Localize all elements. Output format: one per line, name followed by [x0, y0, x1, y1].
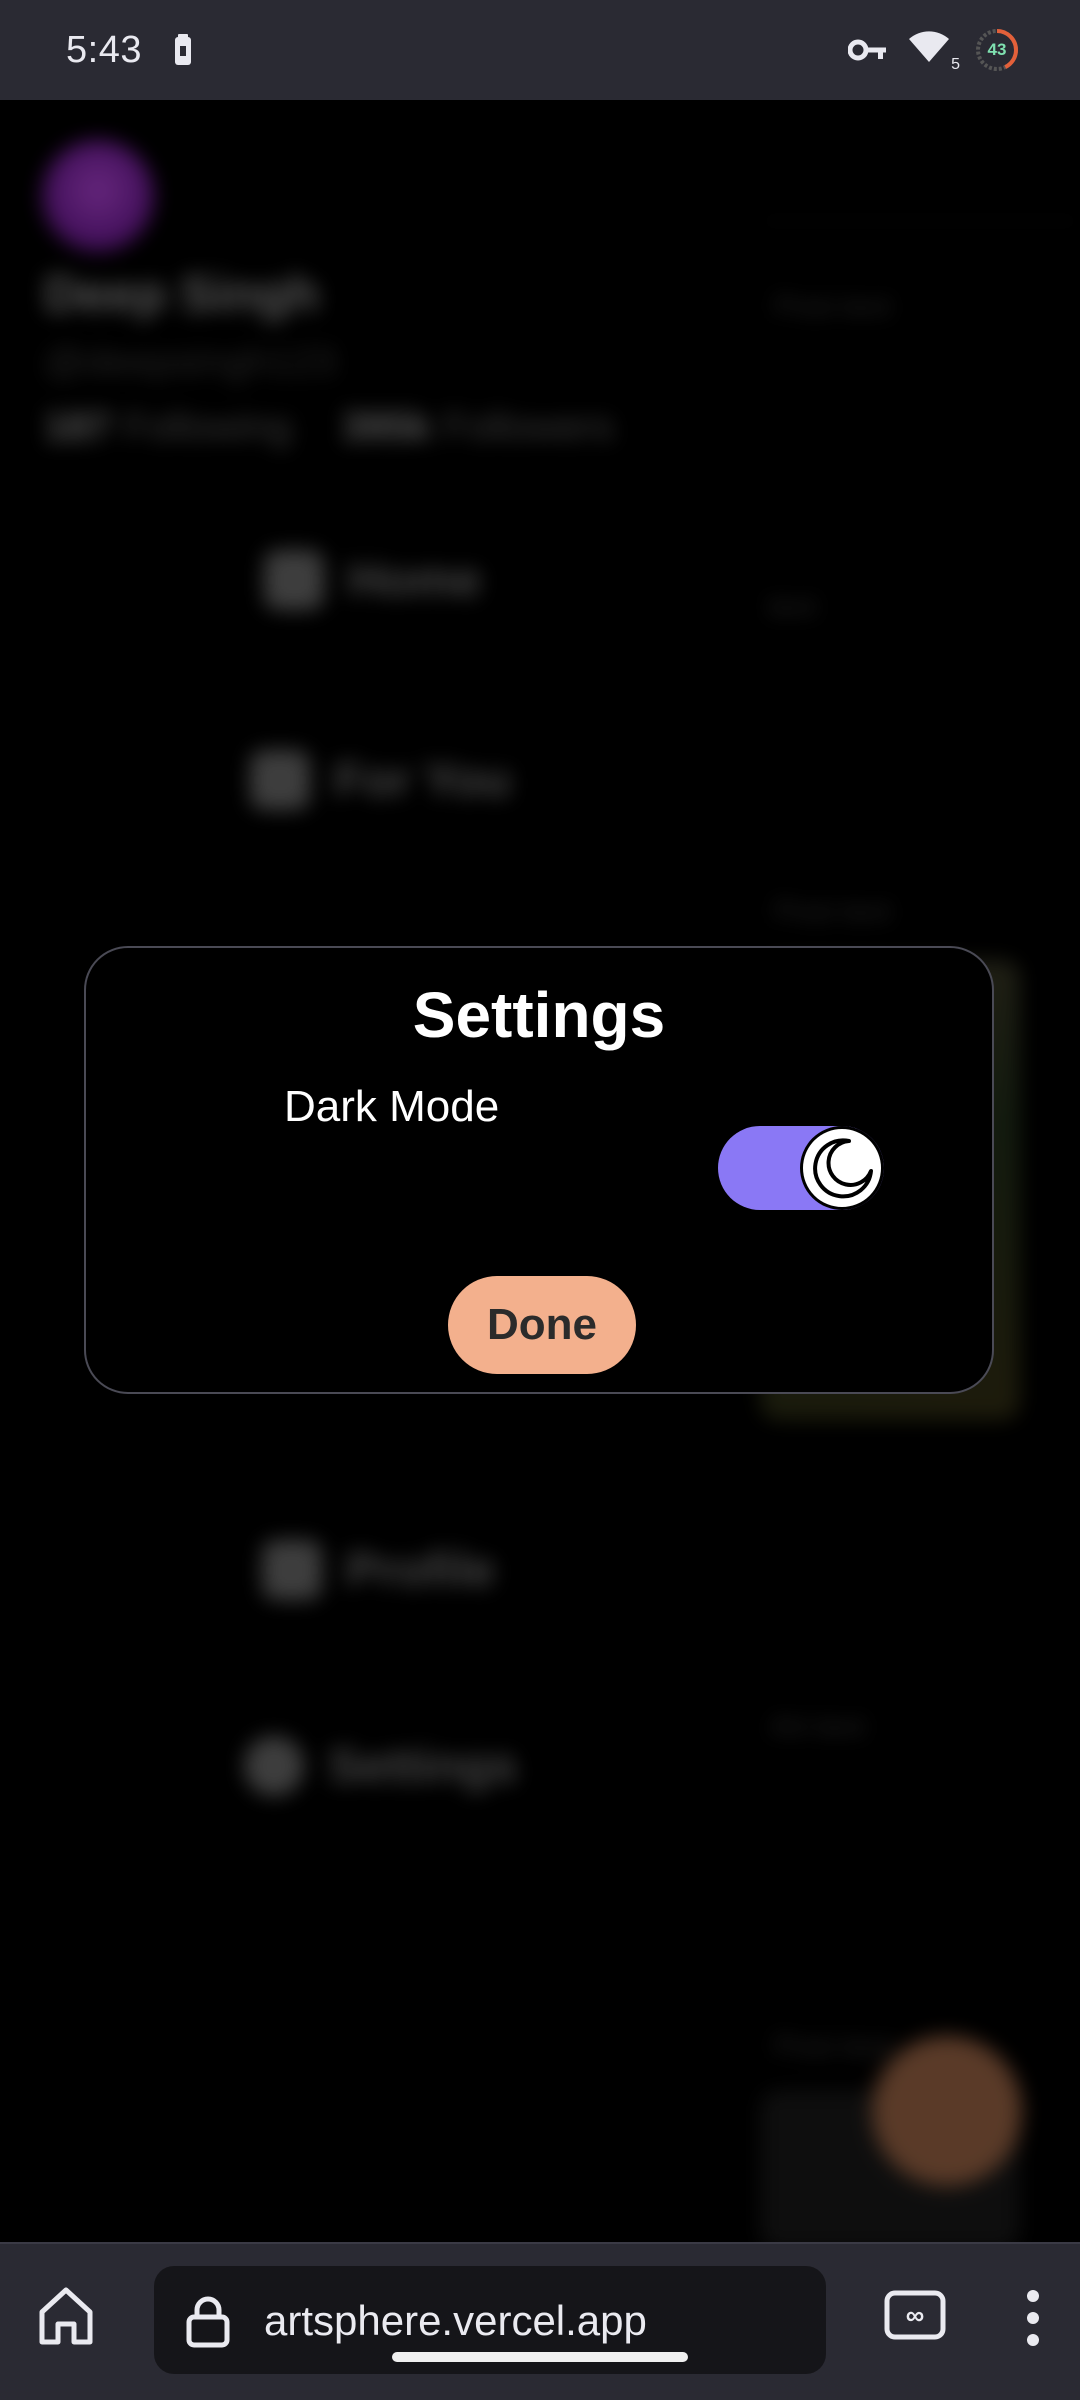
more-menu-icon[interactable]: [1020, 2288, 1046, 2348]
vpn-key-icon: [848, 38, 888, 62]
progress-ring-value: 43: [987, 40, 1007, 59]
browser-toolbar: artsphere.vercel.app ∞: [0, 2242, 1080, 2400]
gesture-handle[interactable]: [392, 2352, 688, 2362]
dialog-title: Settings: [412, 979, 666, 1051]
dark-mode-label: Dark Mode: [284, 1082, 500, 1131]
dark-mode-toggle[interactable]: [718, 1126, 884, 1210]
status-bar: 5:43 5 43: [0, 0, 1080, 100]
home-icon[interactable]: [36, 2284, 96, 2348]
settings-dialog: Settings Dark Mode Done: [84, 946, 994, 1394]
svg-text:∞: ∞: [906, 2300, 925, 2330]
moon-icon: [800, 1126, 884, 1210]
url-text[interactable]: artsphere.vercel.app: [264, 2294, 647, 2348]
battery-saver-icon: [174, 34, 192, 66]
done-button[interactable]: Done: [448, 1276, 636, 1374]
screen: 5:43 5 43 Deep Singh @deepsingh123 187 F…: [0, 0, 1080, 2400]
wifi-icon: 5: [908, 30, 960, 73]
lock-icon[interactable]: [184, 2294, 232, 2348]
status-time: 5:43: [66, 28, 142, 71]
wifi-generation: 5: [951, 56, 960, 73]
tabs-icon[interactable]: ∞: [884, 2290, 946, 2340]
progress-ring-icon: 43: [974, 27, 1020, 73]
